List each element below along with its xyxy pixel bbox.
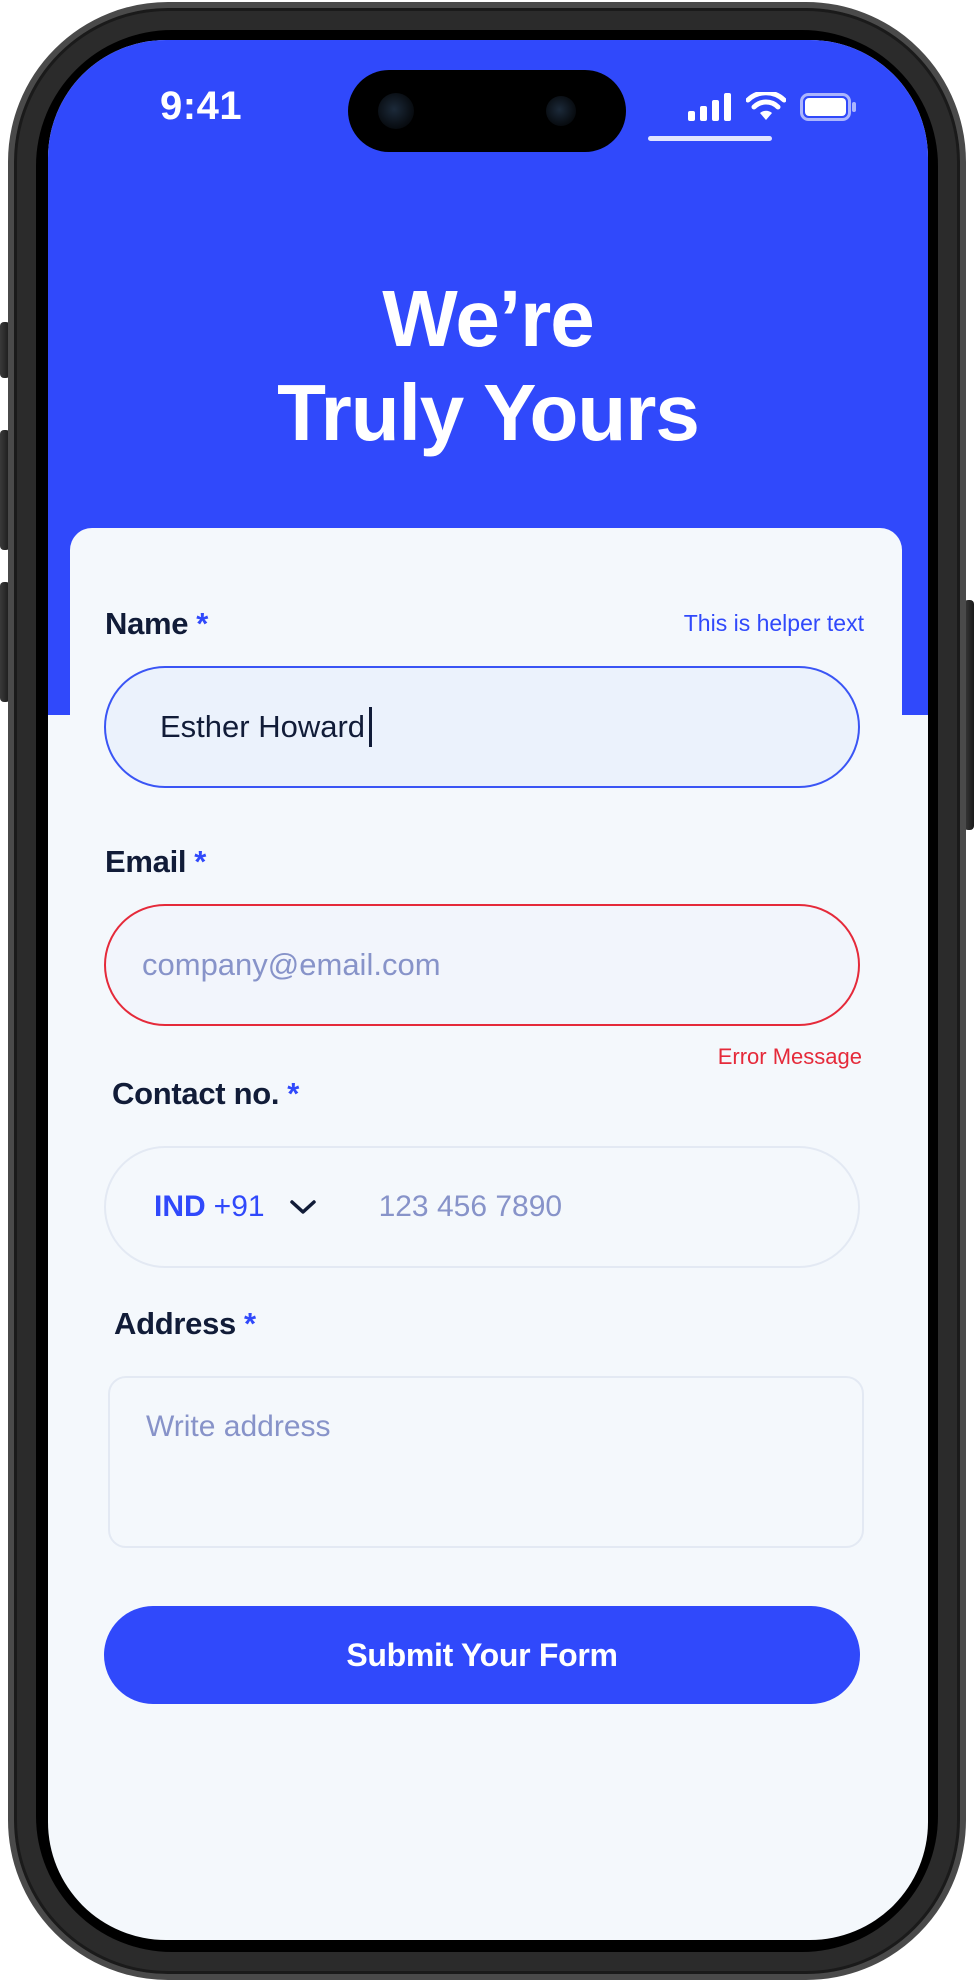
address-label-text: Address	[114, 1306, 236, 1341]
text-caret	[369, 707, 373, 747]
sensor-icon	[546, 96, 576, 126]
phone-number-input[interactable]	[376, 1189, 757, 1225]
name-label-text: Name	[105, 606, 189, 641]
address-field	[108, 1376, 864, 1548]
email-label-text: Email	[105, 844, 187, 879]
contact-label-text: Contact no.	[112, 1076, 280, 1111]
address-required-mark: *	[243, 1306, 256, 1341]
wifi-icon	[746, 92, 786, 120]
country-code-select[interactable]: IND +91	[154, 1190, 319, 1224]
name-required-mark: *	[196, 606, 208, 641]
camera-lens-icon	[378, 93, 414, 129]
dial-code: +91	[213, 1190, 265, 1223]
name-helper-text: This is helper text	[683, 610, 864, 636]
hero-title-line1: We’re	[382, 274, 594, 363]
submit-button[interactable]: Submit Your Form	[104, 1606, 860, 1704]
country-code: IND	[154, 1190, 206, 1223]
dynamic-island	[348, 70, 626, 152]
email-required-mark: *	[194, 844, 206, 879]
chevron-down-icon	[289, 1200, 316, 1214]
email-input[interactable]	[140, 946, 820, 984]
email-error-message: Error Message	[717, 1044, 862, 1069]
name-label: Name *	[105, 606, 208, 642]
contact-required-mark: *	[287, 1076, 299, 1111]
phone-screen: 9:41 We’re Truly Yours Name * This is he…	[48, 40, 928, 1940]
battery-icon	[800, 93, 856, 121]
email-field[interactable]	[104, 904, 860, 1026]
hero-title: We’re Truly Yours	[48, 272, 928, 460]
address-textarea[interactable]	[144, 1408, 824, 1518]
hero-title-line2: Truly Yours	[277, 368, 700, 457]
cellular-signal-icon	[688, 93, 731, 121]
status-icons	[688, 92, 858, 122]
name-field-value: Esther Howard	[160, 709, 366, 744]
status-underline	[648, 136, 772, 141]
contact-label: Contact no. *	[112, 1076, 299, 1112]
email-label: Email *	[105, 844, 206, 880]
contact-field: IND +91	[104, 1146, 860, 1268]
name-field[interactable]: Esther Howard	[104, 666, 860, 788]
status-time: 9:41	[160, 84, 243, 128]
address-label: Address *	[114, 1306, 256, 1342]
